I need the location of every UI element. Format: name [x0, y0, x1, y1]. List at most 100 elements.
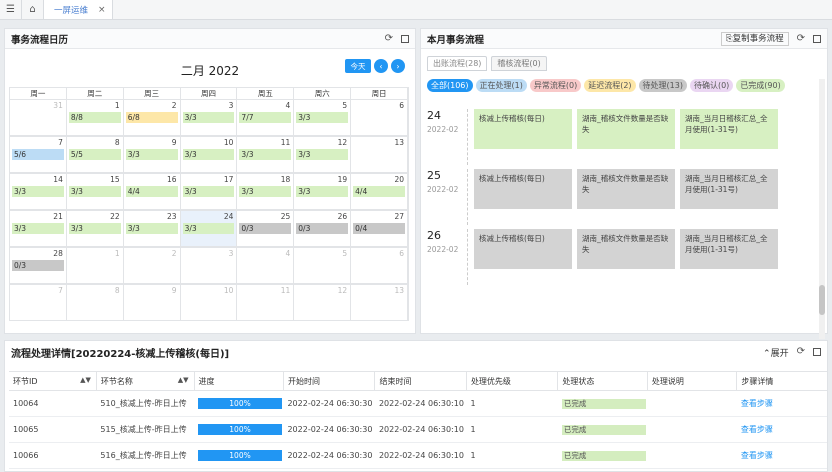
home-icon[interactable]: ⌂ [22, 0, 44, 19]
calendar-event[interactable]: 3/3 [182, 112, 235, 123]
calendar-day[interactable]: 18 3/3 [237, 173, 295, 209]
calendar-event[interactable]: 7/7 [239, 112, 292, 123]
sort-icon[interactable]: ▲▼ [178, 376, 189, 384]
calendar-day[interactable]: 1 [66, 247, 124, 283]
calendar-day[interactable]: 31 [10, 99, 67, 135]
calendar-event[interactable]: 3/3 [68, 223, 121, 234]
calendar-event[interactable]: 5/5 [68, 149, 121, 160]
refresh-icon[interactable]: ⟳ [797, 33, 805, 44]
menu-icon[interactable]: ☰ [0, 0, 22, 19]
calendar-event[interactable]: 6/8 [125, 112, 178, 123]
calendar-event[interactable]: 3/3 [182, 223, 235, 234]
process-card[interactable]: 湖南_稽核文件数量是否缺失 [577, 229, 675, 269]
process-card[interactable]: 核减上传稽核(每日) [474, 229, 572, 269]
calendar-day[interactable]: 11 3/3 [237, 136, 295, 172]
calendar-day[interactable]: 16 4/4 [123, 173, 181, 209]
calendar-day[interactable]: 12 [294, 284, 352, 320]
calendar-day[interactable]: 5 [294, 247, 352, 283]
calendar-day[interactable]: 27 0/4 [351, 210, 408, 246]
table-column-header[interactable]: 进度 [194, 371, 284, 391]
calendar-event[interactable]: 0/3 [239, 223, 292, 234]
calendar-day[interactable]: 5 3/3 [294, 99, 352, 135]
calendar-day[interactable]: 10 3/3 [180, 136, 238, 172]
calendar-day[interactable]: 9 [123, 284, 181, 320]
calendar-event[interactable]: 3/3 [239, 186, 292, 197]
calendar-day[interactable]: 10 [180, 284, 238, 320]
table-column-header[interactable]: 处理说明 [647, 371, 738, 391]
table-row[interactable]: 10065 515_核减上传-昨日上传 100% 2022-02-24 06:30:3… [9, 416, 827, 443]
calendar-day[interactable]: 15 3/3 [66, 173, 124, 209]
calendar-event[interactable]: 4/4 [125, 186, 178, 197]
view-steps-link[interactable]: 查看步骤 [741, 425, 773, 434]
calendar-day[interactable]: 9 3/3 [123, 136, 181, 172]
calendar-day[interactable]: 2 6/8 [123, 99, 181, 135]
calendar-day[interactable]: 6 [351, 247, 408, 283]
status-chip[interactable]: 正在处理(1) [475, 79, 527, 92]
status-chip[interactable]: 异常流程(0) [529, 79, 582, 92]
calendar-day[interactable]: 6 [351, 99, 408, 135]
calendar-event[interactable]: 0/3 [296, 223, 349, 234]
maximize-icon[interactable] [401, 34, 409, 43]
calendar-event[interactable]: 3/3 [125, 223, 178, 234]
calendar-day[interactable]: 28 0/3 [10, 247, 67, 283]
tab-one-screen-ops[interactable]: 一屏运维 × [44, 0, 113, 19]
calendar-day[interactable]: 12 3/3 [294, 136, 352, 172]
process-card[interactable]: 核减上传稽核(每日) [474, 109, 572, 149]
calendar-event[interactable]: 8/8 [68, 112, 121, 123]
table-row[interactable]: 10064 510_核减上传-昨日上传 100% 2022-02-24 06:30:3… [9, 390, 827, 417]
calendar-event[interactable]: 3/3 [239, 149, 292, 160]
process-type-tab[interactable]: 出账流程(28) [427, 56, 488, 71]
table-row[interactable]: 10066 516_核减上传-昨日上传 100% 2022-02-24 06:30:3… [9, 442, 827, 469]
expand-button[interactable]: ⌃展开 [763, 346, 789, 359]
calendar-event[interactable]: 0/4 [353, 223, 405, 234]
table-column-header[interactable]: 开始时间 [283, 371, 376, 391]
calendar-day[interactable]: 20 4/4 [351, 173, 408, 209]
calendar-event[interactable]: 3/3 [182, 149, 235, 160]
process-card[interactable]: 核减上传稽核(每日) [474, 169, 572, 209]
table-column-header[interactable]: 环节ID ▲▼ [9, 371, 97, 391]
calendar-day[interactable]: 8 [66, 284, 124, 320]
calendar-day[interactable]: 1 8/8 [66, 99, 124, 135]
calendar-event[interactable]: 3/3 [182, 186, 235, 197]
calendar-event[interactable]: 5/6 [12, 149, 64, 160]
calendar-day[interactable]: 17 3/3 [180, 173, 238, 209]
calendar-day[interactable]: 21 3/3 [10, 210, 67, 246]
copy-process-button[interactable]: ⎘复制事务流程 [720, 31, 789, 46]
today-button[interactable]: 今天 [345, 59, 371, 73]
calendar-day[interactable]: 4 7/7 [237, 99, 295, 135]
status-chip[interactable]: 待处理(13) [638, 79, 687, 92]
calendar-day[interactable]: 8 5/5 [66, 136, 124, 172]
calendar-day[interactable]: 23 3/3 [123, 210, 181, 246]
calendar-day[interactable]: 13 [351, 284, 408, 320]
calendar-day[interactable]: 19 3/3 [294, 173, 352, 209]
process-type-tab[interactable]: 稽核流程(0) [491, 56, 547, 71]
calendar-event[interactable]: 3/3 [296, 112, 349, 123]
table-column-header[interactable]: 步骤详情 [736, 371, 827, 391]
calendar-day[interactable]: 7 5/6 [10, 136, 67, 172]
calendar-day[interactable]: 26 0/3 [294, 210, 352, 246]
refresh-icon[interactable]: ⟳ [385, 33, 393, 44]
scrollbar[interactable] [819, 79, 825, 339]
prev-month-icon[interactable]: ‹ [374, 59, 388, 73]
calendar-day[interactable]: 2 [123, 247, 181, 283]
calendar-event[interactable]: 0/3 [12, 260, 64, 271]
status-chip[interactable]: 全部(106) [427, 79, 473, 92]
next-month-icon[interactable]: › [391, 59, 405, 73]
calendar-day[interactable]: 22 3/3 [66, 210, 124, 246]
status-chip[interactable]: 延迟流程(2) [584, 79, 636, 92]
calendar-day[interactable]: 24 3/3 [180, 210, 238, 246]
table-column-header[interactable]: 处理优先级 [466, 371, 559, 391]
process-card[interactable]: 湖南_当月日稽核汇总_全月使用(1-31号) [680, 229, 778, 269]
calendar-day[interactable]: 7 [10, 284, 67, 320]
maximize-icon[interactable] [813, 348, 821, 356]
view-steps-link[interactable]: 查看步骤 [741, 399, 773, 408]
calendar-day[interactable]: 25 0/3 [237, 210, 295, 246]
maximize-icon[interactable] [813, 34, 821, 43]
close-icon[interactable]: × [98, 5, 106, 15]
view-steps-link[interactable]: 查看步骤 [741, 451, 773, 460]
calendar-day[interactable]: 4 [237, 247, 295, 283]
table-column-header[interactable]: 处理状态 [557, 371, 648, 391]
calendar-day[interactable]: 14 3/3 [10, 173, 67, 209]
calendar-day[interactable]: 11 [237, 284, 295, 320]
refresh-icon[interactable]: ⟳ [797, 347, 805, 357]
